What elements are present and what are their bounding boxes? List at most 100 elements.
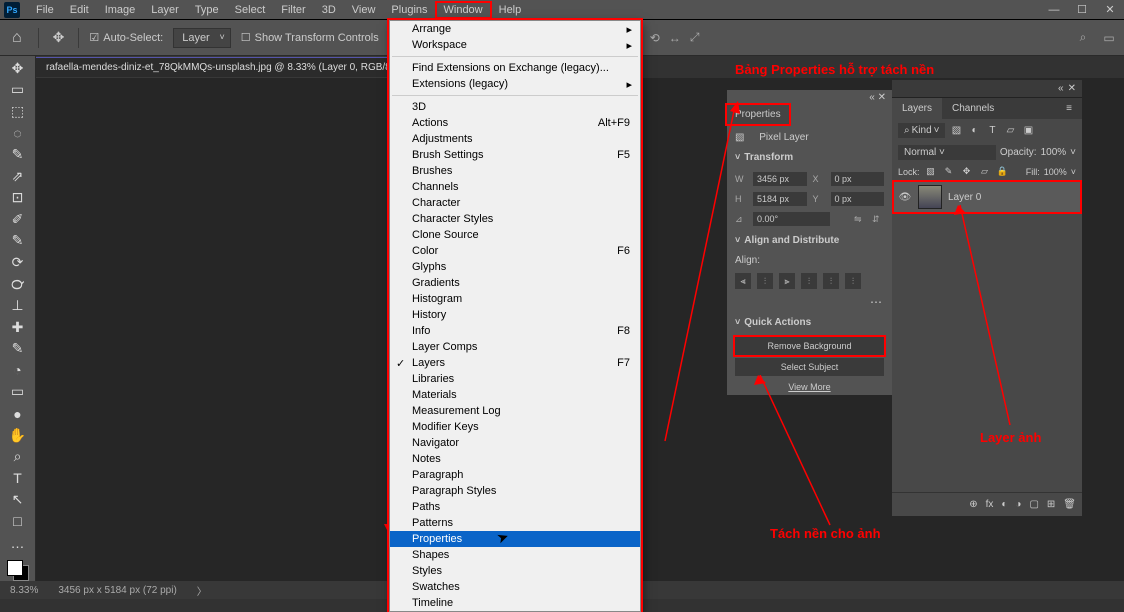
align-vcenter-icon[interactable]: ⫶ bbox=[823, 273, 839, 289]
tool-7[interactable]: ✐ bbox=[4, 209, 32, 230]
3d-mode-icon[interactable]: ↔ bbox=[666, 29, 684, 47]
menu-item-actions[interactable]: ActionsAlt+F9 bbox=[390, 115, 640, 131]
layer-thumbnail[interactable] bbox=[918, 185, 942, 209]
visibility-icon[interactable]: 👁 bbox=[898, 192, 912, 203]
width-field[interactable]: 3456 px bbox=[753, 172, 807, 186]
panel-menu-icon[interactable]: ≡ bbox=[1056, 98, 1082, 119]
mask-icon[interactable]: ◐ bbox=[1001, 499, 1007, 510]
3d-mode-icon[interactable]: ⟲ bbox=[646, 29, 664, 47]
new-layer-icon[interactable]: ⊞ bbox=[1047, 499, 1055, 510]
lock-position-icon[interactable]: ✎ bbox=[942, 166, 956, 177]
menu-file[interactable]: File bbox=[28, 2, 62, 18]
tool-16[interactable]: ● bbox=[4, 403, 32, 424]
align-section[interactable]: Align and Distribute bbox=[727, 229, 892, 252]
menu-item-shapes[interactable]: Shapes bbox=[390, 547, 640, 563]
tool-22[interactable]: … bbox=[4, 533, 32, 554]
tool-2[interactable]: ⬚ bbox=[4, 101, 32, 122]
tool-19[interactable]: T bbox=[4, 468, 32, 489]
tool-10[interactable]: ℺ bbox=[4, 274, 32, 295]
menu-select[interactable]: Select bbox=[227, 2, 274, 18]
angle-field[interactable]: 0.00° bbox=[753, 212, 830, 226]
menu-item-paragraph[interactable]: Paragraph bbox=[390, 467, 640, 483]
delete-icon[interactable]: 🗑 bbox=[1063, 499, 1076, 510]
tool-11[interactable]: ⊥ bbox=[4, 295, 32, 316]
fill-field[interactable]: 100% bbox=[1044, 167, 1067, 177]
menu-item-paths[interactable]: Paths bbox=[390, 499, 640, 515]
filter-smart-icon[interactable]: ▣ bbox=[1021, 125, 1035, 136]
layer-row[interactable]: 👁 Layer 0 bbox=[894, 182, 1080, 212]
tool-8[interactable]: ✎ bbox=[4, 231, 32, 252]
menu-item-brush-settings[interactable]: Brush SettingsF5 bbox=[390, 147, 640, 163]
layers-tab[interactable]: Layers bbox=[892, 98, 942, 119]
transform-section[interactable]: Transform bbox=[727, 146, 892, 169]
color-swatch[interactable] bbox=[7, 560, 29, 581]
menu-item-patterns[interactable]: Patterns bbox=[390, 515, 640, 531]
tool-4[interactable]: ✎ bbox=[4, 144, 32, 165]
view-more-link[interactable]: View More bbox=[727, 379, 892, 395]
channels-tab[interactable]: Channels bbox=[942, 98, 1004, 119]
lock-artboard-icon[interactable]: ▱ bbox=[978, 166, 992, 177]
menu-item-workspace[interactable]: Workspace bbox=[390, 37, 640, 53]
menu-item-layer-comps[interactable]: Layer Comps bbox=[390, 339, 640, 355]
menu-filter[interactable]: Filter bbox=[273, 2, 313, 18]
minimize-button[interactable]: — bbox=[1040, 2, 1068, 18]
menu-help[interactable]: Help bbox=[491, 2, 530, 18]
menu-item-color[interactable]: ColorF6 bbox=[390, 243, 640, 259]
menu-item-glyphs[interactable]: Glyphs bbox=[390, 259, 640, 275]
menu-item-clone-source[interactable]: Clone Source bbox=[390, 227, 640, 243]
auto-select-target-combo[interactable]: Layer bbox=[173, 28, 231, 48]
menu-item-find-extensions-on-exchange-legacy-[interactable]: Find Extensions on Exchange (legacy)... bbox=[390, 60, 640, 76]
tool-12[interactable]: ✚ bbox=[4, 317, 32, 338]
tool-5[interactable]: ⇗ bbox=[4, 166, 32, 187]
menu-item-notes[interactable]: Notes bbox=[390, 451, 640, 467]
menu-item-libraries[interactable]: Libraries bbox=[390, 371, 640, 387]
more-options-icon[interactable]: ⋯ bbox=[727, 293, 892, 311]
menu-item-layers[interactable]: LayersF7 bbox=[390, 355, 640, 371]
align-left-icon[interactable]: ⫷ bbox=[735, 273, 751, 289]
menu-item-extensions-legacy-[interactable]: Extensions (legacy) bbox=[390, 76, 640, 92]
zoom-level[interactable]: 8.33% bbox=[10, 585, 38, 596]
x-field[interactable]: 0 px bbox=[831, 172, 885, 186]
menu-item-gradients[interactable]: Gradients bbox=[390, 275, 640, 291]
menu-item-styles[interactable]: Styles bbox=[390, 563, 640, 579]
menu-view[interactable]: View bbox=[344, 2, 384, 18]
filter-kind-combo[interactable]: ⌕Kind ˅ bbox=[898, 123, 945, 138]
3d-mode-icon[interactable]: ⤢ bbox=[686, 29, 704, 47]
tool-0[interactable]: ✥ bbox=[4, 58, 32, 79]
tool-1[interactable]: ▭ bbox=[4, 80, 32, 101]
auto-select-checkbox[interactable]: ☑Auto-Select: bbox=[89, 31, 163, 44]
menu-item-character-styles[interactable]: Character Styles bbox=[390, 211, 640, 227]
menu-item-info[interactable]: InfoF8 bbox=[390, 323, 640, 339]
menu-item-navigator[interactable]: Navigator bbox=[390, 435, 640, 451]
filter-adj-icon[interactable]: ◐ bbox=[967, 125, 981, 136]
tool-21[interactable]: □ bbox=[4, 511, 32, 532]
menu-window[interactable]: Window bbox=[436, 2, 491, 18]
align-top-icon[interactable]: ⫶ bbox=[801, 273, 817, 289]
close-panel-icon[interactable]: ✕ bbox=[1068, 83, 1076, 94]
menu-layer[interactable]: Layer bbox=[143, 2, 187, 18]
menu-item-timeline[interactable]: Timeline bbox=[390, 595, 640, 611]
tool-18[interactable]: ⌕ bbox=[4, 446, 32, 467]
search-icon[interactable]: ⌕ bbox=[1074, 29, 1092, 47]
menu-item-history[interactable]: History bbox=[390, 307, 640, 323]
align-right-icon[interactable]: ⫸ bbox=[779, 273, 795, 289]
y-field[interactable]: 0 px bbox=[831, 192, 885, 206]
opacity-field[interactable]: 100% bbox=[1041, 147, 1067, 158]
close-button[interactable]: ✕ bbox=[1096, 1, 1124, 18]
lock-all-icon[interactable]: 🔒 bbox=[996, 166, 1010, 177]
height-field[interactable]: 5184 px bbox=[753, 192, 807, 206]
tool-13[interactable]: ✎ bbox=[4, 339, 32, 360]
adjustment-icon[interactable]: ◑ bbox=[1015, 499, 1021, 510]
tool-14[interactable]: ◔ bbox=[4, 360, 32, 381]
show-transform-checkbox[interactable]: ☐Show Transform Controls bbox=[241, 31, 379, 44]
home-icon[interactable]: ⌂ bbox=[6, 29, 28, 47]
quick-actions-section[interactable]: Quick Actions bbox=[727, 311, 892, 334]
blend-mode-combo[interactable]: Normal ˅ bbox=[898, 145, 996, 160]
maximize-button[interactable]: ☐ bbox=[1068, 1, 1096, 18]
menu-type[interactable]: Type bbox=[187, 2, 227, 18]
menu-image[interactable]: Image bbox=[97, 2, 144, 18]
menu-item-brushes[interactable]: Brushes bbox=[390, 163, 640, 179]
flip-v-icon[interactable]: ⇵ bbox=[872, 214, 884, 225]
menu-plugins[interactable]: Plugins bbox=[383, 2, 435, 18]
menu-item-adjustments[interactable]: Adjustments bbox=[390, 131, 640, 147]
